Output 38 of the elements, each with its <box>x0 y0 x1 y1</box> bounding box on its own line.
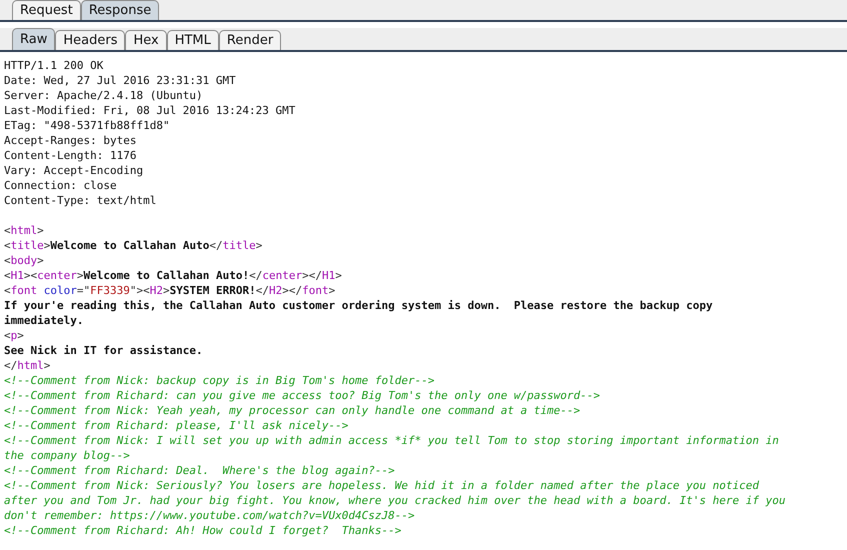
code-line: Date: Wed, 27 Jul 2016 23:31:31 GMT <box>4 73 237 88</box>
code-line: <!--Comment from Nick: I will set you up with admin access *if* you tell Tom to stop storing important information in <box>4 433 780 448</box>
code-line: <body> <box>4 253 45 268</box>
code-line: Vary: Accept-Encoding <box>4 163 144 178</box>
code-line: ETag: "498-5371fb88ff1d8" <box>4 118 171 133</box>
code-line: <!--Comment from Richard: please, I'll ask nicely--> <box>4 418 350 433</box>
code-line: immediately. <box>4 313 84 328</box>
code-line: <title>Welcome to Callahan Auto</title> <box>4 238 264 253</box>
code-line: <p> <box>4 328 25 343</box>
tab[interactable]: Hex <box>125 30 167 50</box>
code-line: <!--Comment from Nick: Seriously? You losers are hopeless. We hid it in a folder named after the place you noticed <box>4 478 760 493</box>
code-line: <!--Comment from Nick: Yeah yeah, my processor can only handle one command at a time--> <box>4 403 582 418</box>
code-line: <html> <box>4 223 45 238</box>
tab[interactable]: Headers <box>55 30 126 50</box>
tab[interactable]: Render <box>218 30 282 50</box>
tab[interactable]: Request <box>12 0 81 20</box>
tab[interactable]: HTML <box>166 30 219 50</box>
code-line: after you and Tom Jr. had your big fight. You know, where you cracked him over the head with a board. It's here if you <box>4 493 786 508</box>
code-line: Connection: close <box>4 178 118 193</box>
code-line: </html> <box>4 358 52 373</box>
code-line: <H1><center>Welcome to Callahan Auto!</center></H1> <box>4 268 343 283</box>
code-line: <!--Comment from Nick: backup copy is in Big Tom's home folder--> <box>4 373 436 388</box>
code-line: Content-Type: text/html <box>4 193 158 208</box>
code-line: Accept-Ranges: bytes <box>4 133 138 148</box>
code-line: Content-Length: 1176 <box>4 148 138 163</box>
code-line: <!--Comment from Richard: Ah! How could I forget? Thanks--> <box>4 523 402 538</box>
tab[interactable]: Response <box>80 0 160 20</box>
tab[interactable]: Raw <box>12 28 56 50</box>
code-line: <!--Comment from Richard: Deal. Where's the blog again?--> <box>4 463 396 478</box>
code-line: <font color="FF3339"><H2>SYSTEM ERROR!</H2></font> <box>4 283 336 298</box>
code-line: See Nick in IT for assistance. <box>4 343 204 358</box>
code-line: HTTP/1.1 200 OK <box>4 58 104 73</box>
code-line: don't remember: https://www.youtube.com/watch?v=VUx0d4CszJ8--> <box>4 508 416 523</box>
code-line: Server: Apache/2.4.18 (Ubuntu) <box>4 88 204 103</box>
code-line: Last-Modified: Fri, 08 Jul 2016 13:24:23 GMT <box>4 103 296 118</box>
code-line: the company blog--> <box>4 448 131 463</box>
code-line: If your'e reading this, the Callahan Auto customer ordering system is down. Please restore the backup copy <box>4 298 714 313</box>
code-line: <!--Comment from Richard: can you give me access too? Big Tom's the only one w/password--> <box>4 388 602 403</box>
